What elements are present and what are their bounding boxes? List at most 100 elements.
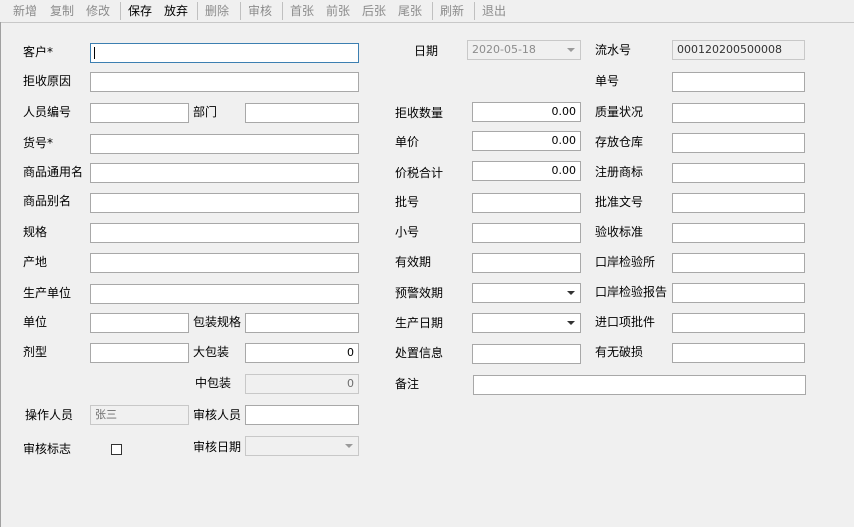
acceptance-std-input[interactable] bbox=[672, 223, 805, 243]
reject-qty-input[interactable]: 0.00 bbox=[472, 102, 581, 122]
date-value: 2020-05-18 bbox=[472, 43, 536, 56]
disposal-info-input[interactable] bbox=[472, 344, 581, 364]
copy-button[interactable]: 复制 bbox=[50, 4, 74, 18]
chevron-down-icon bbox=[567, 291, 575, 295]
auditor-label: 审核人员 bbox=[193, 408, 242, 422]
acceptance-std-label: 验收标准 bbox=[595, 225, 644, 239]
cancel-button[interactable]: 放弃 bbox=[164, 4, 188, 18]
customer-label: 客户* bbox=[23, 45, 54, 59]
serial-no-input: 000120200500008 bbox=[672, 40, 805, 60]
port-report-input[interactable] bbox=[672, 283, 805, 303]
operator-label: 操作人员 bbox=[25, 408, 74, 422]
batch-no-label: 批号 bbox=[395, 195, 420, 209]
valid-period-label: 有效期 bbox=[395, 255, 432, 269]
big-package-label: 大包装 bbox=[193, 345, 230, 359]
small-no-input[interactable] bbox=[472, 223, 581, 243]
window-border bbox=[0, 22, 1, 527]
reject-qty-label: 拒收数量 bbox=[395, 106, 444, 120]
date-picker: 2020-05-18 bbox=[467, 40, 581, 60]
next-button[interactable]: 后张 bbox=[362, 4, 386, 18]
chevron-down-icon bbox=[345, 444, 353, 448]
package-spec-input[interactable] bbox=[245, 313, 359, 333]
tax-total-input[interactable]: 0.00 bbox=[472, 161, 581, 181]
package-spec-label: 包装规格 bbox=[193, 315, 242, 329]
tax-total-label: 价税合计 bbox=[395, 166, 444, 180]
manufacturer-label: 生产单位 bbox=[23, 286, 72, 300]
new-button[interactable]: 新增 bbox=[13, 4, 37, 18]
origin-input[interactable] bbox=[90, 253, 359, 273]
toolbar-separator bbox=[282, 2, 283, 20]
toolbar-separator bbox=[240, 2, 241, 20]
date-label: 日期 bbox=[414, 44, 439, 58]
audit-button[interactable]: 审核 bbox=[248, 4, 272, 18]
toolbar-separator bbox=[474, 2, 475, 20]
audit-flag-checkbox[interactable] bbox=[111, 444, 122, 455]
last-button[interactable]: 尾张 bbox=[398, 4, 422, 18]
manufacturer-input[interactable] bbox=[90, 284, 359, 304]
delete-button[interactable]: 删除 bbox=[205, 4, 229, 18]
toolbar-separator bbox=[120, 2, 121, 20]
dosage-form-input[interactable] bbox=[90, 343, 189, 363]
import-batch-input[interactable] bbox=[672, 313, 805, 333]
production-date-label: 生产日期 bbox=[395, 316, 444, 330]
unit-price-label: 单价 bbox=[395, 135, 420, 149]
approval-no-label: 批准文号 bbox=[595, 195, 644, 209]
damaged-label: 有无破损 bbox=[595, 345, 644, 359]
quality-input[interactable] bbox=[672, 103, 805, 123]
auditor-input[interactable] bbox=[245, 405, 359, 425]
generic-name-input[interactable] bbox=[90, 163, 359, 183]
customer-input[interactable] bbox=[90, 43, 359, 63]
staff-code-input[interactable] bbox=[90, 103, 189, 123]
toolbar-separator bbox=[432, 2, 433, 20]
save-button[interactable]: 保存 bbox=[128, 4, 152, 18]
department-input[interactable] bbox=[245, 103, 359, 123]
storage-input[interactable] bbox=[672, 133, 805, 153]
dosage-form-label: 剂型 bbox=[23, 345, 48, 359]
audit-flag-label: 审核标志 bbox=[23, 442, 72, 456]
refresh-button[interactable]: 刷新 bbox=[440, 4, 464, 18]
item-no-input[interactable] bbox=[90, 134, 359, 154]
spec-input[interactable] bbox=[90, 223, 359, 243]
item-no-label: 货号* bbox=[23, 136, 54, 150]
damaged-input[interactable] bbox=[672, 343, 805, 363]
unit-price-input[interactable]: 0.00 bbox=[472, 131, 581, 151]
trademark-input[interactable] bbox=[672, 163, 805, 183]
chevron-down-icon bbox=[567, 48, 575, 52]
unit-label: 单位 bbox=[23, 315, 48, 329]
valid-period-input[interactable] bbox=[472, 253, 581, 273]
edit-button[interactable]: 修改 bbox=[86, 4, 110, 18]
unit-input[interactable] bbox=[90, 313, 189, 333]
small-no-label: 小号 bbox=[395, 225, 420, 239]
approval-no-input[interactable] bbox=[672, 193, 805, 213]
mid-package-input: 0 bbox=[245, 374, 359, 394]
operator-input: 张三 bbox=[90, 405, 189, 425]
port-inspection-input[interactable] bbox=[672, 253, 805, 273]
remark-input[interactable] bbox=[473, 375, 806, 395]
doc-no-input[interactable] bbox=[672, 72, 805, 92]
production-date-select[interactable] bbox=[472, 313, 581, 333]
exit-button[interactable]: 退出 bbox=[482, 4, 506, 18]
big-package-input[interactable]: 0 bbox=[245, 343, 359, 363]
port-report-label: 口岸检验报告 bbox=[595, 285, 668, 299]
reject-reason-input[interactable] bbox=[90, 72, 359, 92]
audit-date-label: 审核日期 bbox=[193, 440, 242, 454]
mid-package-label: 中包装 bbox=[195, 376, 232, 390]
first-button[interactable]: 首张 bbox=[290, 4, 314, 18]
warning-period-select[interactable] bbox=[472, 283, 581, 303]
quality-label: 质量状况 bbox=[595, 105, 644, 119]
batch-no-input[interactable] bbox=[472, 193, 581, 213]
spec-label: 规格 bbox=[23, 225, 48, 239]
warning-period-label: 预警效期 bbox=[395, 286, 444, 300]
text-caret bbox=[94, 47, 95, 59]
department-label: 部门 bbox=[193, 105, 218, 119]
serial-no-label: 流水号 bbox=[595, 43, 632, 57]
generic-name-label: 商品通用名 bbox=[23, 165, 84, 179]
toolbar: 新增 复制 修改 保存 放弃 删除 审核 首张 前张 后张 尾张 刷新 退出 bbox=[0, 0, 854, 23]
storage-label: 存放仓库 bbox=[595, 135, 644, 149]
chevron-down-icon bbox=[567, 321, 575, 325]
reject-reason-label: 拒收原因 bbox=[23, 74, 72, 88]
remark-label: 备注 bbox=[395, 377, 420, 391]
prev-button[interactable]: 前张 bbox=[326, 4, 350, 18]
alias-name-input[interactable] bbox=[90, 193, 359, 213]
staff-code-label: 人员编号 bbox=[23, 105, 72, 119]
